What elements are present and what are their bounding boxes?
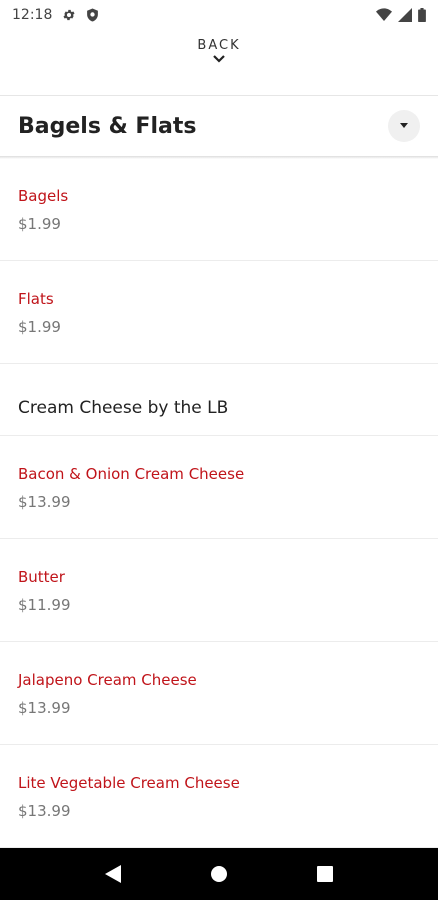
back-button[interactable]: BACK bbox=[0, 38, 438, 63]
shield-icon bbox=[86, 8, 99, 22]
home-circle-icon bbox=[211, 866, 227, 882]
item-name: Bacon & Onion Cream Cheese bbox=[18, 465, 245, 483]
wifi-icon bbox=[376, 8, 392, 22]
status-time: 12:18 bbox=[12, 7, 53, 23]
back-triangle-icon bbox=[105, 865, 121, 883]
caret-down-icon bbox=[400, 123, 408, 128]
menu-item-bagels[interactable]: Bagels $1.99 bbox=[0, 158, 438, 261]
menu-item-butter[interactable]: Butter $11.99 bbox=[0, 539, 438, 642]
menu-item-lite-vegetable-cream-cheese[interactable]: Lite Vegetable Cream Cheese $13.99 bbox=[0, 745, 438, 848]
menu-item-flats[interactable]: Flats $1.99 bbox=[0, 261, 438, 364]
nav-home-button[interactable] bbox=[199, 854, 239, 894]
gear-icon bbox=[62, 8, 76, 22]
chevron-down-icon bbox=[213, 55, 225, 63]
navigation-bar bbox=[0, 848, 438, 900]
menu-item-jalapeno-cream-cheese[interactable]: Jalapeno Cream Cheese $13.99 bbox=[0, 642, 438, 745]
item-price: $1.99 bbox=[18, 318, 61, 336]
nav-recents-button[interactable] bbox=[305, 854, 345, 894]
section-header: Cream Cheese by the LB bbox=[0, 364, 438, 436]
item-name: Flats bbox=[18, 290, 54, 308]
recents-square-icon bbox=[317, 866, 333, 882]
nav-back-button[interactable] bbox=[93, 854, 133, 894]
menu-list: Bagels $1.99 Flats $1.99 Cream Cheese by… bbox=[0, 158, 438, 848]
back-label: BACK bbox=[197, 38, 241, 53]
section-title: Cream Cheese by the LB bbox=[18, 398, 229, 418]
item-price: $1.99 bbox=[18, 215, 61, 233]
signal-icon bbox=[398, 8, 412, 22]
item-price: $13.99 bbox=[18, 699, 71, 717]
menu-item-bacon-onion-cream-cheese[interactable]: Bacon & Onion Cream Cheese $13.99 bbox=[0, 436, 438, 539]
status-bar: 12:18 bbox=[0, 0, 438, 30]
category-header: Bagels & Flats bbox=[0, 96, 438, 156]
item-price: $11.99 bbox=[18, 596, 71, 614]
item-price: $13.99 bbox=[18, 493, 71, 511]
item-name: Lite Vegetable Cream Cheese bbox=[18, 774, 240, 792]
battery-icon bbox=[418, 8, 426, 22]
item-price: $13.99 bbox=[18, 802, 71, 820]
category-title: Bagels & Flats bbox=[18, 113, 197, 139]
item-name: Butter bbox=[18, 568, 65, 586]
item-name: Bagels bbox=[18, 187, 69, 205]
category-dropdown-button[interactable] bbox=[388, 110, 420, 142]
item-name: Jalapeno Cream Cheese bbox=[18, 671, 197, 689]
